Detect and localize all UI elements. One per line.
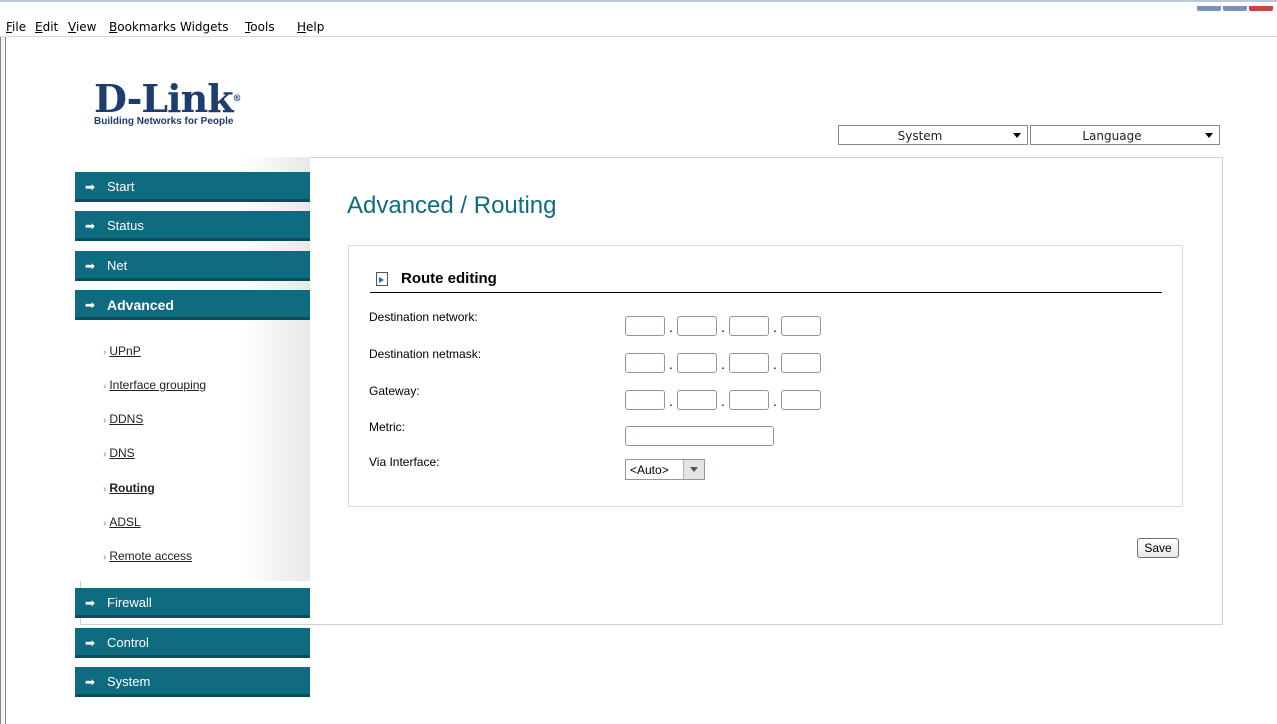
via-interface-value: <Auto>	[630, 463, 669, 477]
dest-network-octet-2[interactable]	[677, 316, 717, 336]
subnav-adsl[interactable]: › ADSL	[103, 515, 141, 529]
nav-label: Net	[107, 258, 128, 273]
window-left-border	[0, 37, 6, 724]
menu-tools[interactable]: Tools	[245, 20, 275, 34]
ip-separator: .	[669, 358, 673, 372]
ip-separator: .	[721, 358, 725, 372]
subnav-ddns[interactable]: › DDNS	[103, 412, 143, 426]
page-title: Advanced / Routing	[347, 192, 557, 219]
arrow-right-icon: ➡	[85, 259, 96, 273]
menu-view[interactable]: View	[68, 20, 96, 34]
menu-bookmarks[interactable]: Bookmarks	[109, 20, 176, 34]
nav-start[interactable]: ➡ Start	[75, 172, 310, 202]
arrow-right-icon: ➡	[85, 298, 96, 312]
via-interface-select[interactable]: <Auto>	[625, 459, 705, 480]
nav-label: Start	[107, 179, 135, 194]
menu-file[interactable]: File	[6, 20, 26, 34]
section-title: Route editing	[401, 270, 497, 287]
gateway-octet-3[interactable]	[729, 390, 769, 410]
logo-wordmark: D-Link	[94, 76, 234, 121]
dest-netmask-octet-2[interactable]	[677, 353, 717, 373]
logo-registered-mark: ®	[232, 94, 242, 104]
dest-network-octet-4[interactable]	[781, 316, 821, 336]
nav-label: Control	[107, 635, 149, 650]
bullet-icon: ›	[103, 415, 107, 426]
ip-separator: .	[773, 358, 777, 372]
dest-network-octet-1[interactable]	[625, 316, 665, 336]
window-controls	[1195, 0, 1277, 11]
arrow-right-icon: ➡	[85, 219, 96, 233]
language-select[interactable]: Language	[1030, 125, 1220, 145]
section-divider	[370, 292, 1162, 293]
dest-netmask-octet-4[interactable]	[781, 353, 821, 373]
nav-system[interactable]: ➡ System	[75, 667, 310, 697]
metric-input[interactable]	[625, 426, 774, 446]
nav-status[interactable]: ➡ Status	[75, 211, 310, 241]
dest-network-octet-3[interactable]	[729, 316, 769, 336]
document-arrow-icon	[376, 272, 388, 286]
maximize-button[interactable]	[1223, 6, 1247, 11]
subnav-interface-grouping[interactable]: › Interface grouping	[103, 378, 206, 392]
bullet-icon: ›	[103, 552, 107, 563]
gateway-label: Gateway:	[369, 384, 420, 398]
bullet-icon: ›	[103, 381, 107, 392]
subnav-remote-access[interactable]: › Remote access	[103, 549, 192, 563]
ip-separator: .	[669, 395, 673, 409]
chevron-down-icon	[1205, 133, 1213, 138]
metric-label: Metric:	[369, 420, 405, 434]
bullet-icon: ›	[103, 518, 107, 529]
arrow-right-icon: ➡	[85, 636, 96, 650]
menu-edit[interactable]: Edit	[35, 20, 58, 34]
bullet-icon: ›	[103, 347, 107, 358]
nav-firewall[interactable]: ➡ Firewall	[75, 588, 310, 618]
logo-tagline: Building Networks for People	[94, 116, 234, 127]
ip-separator: .	[773, 321, 777, 335]
arrow-right-icon: ➡	[85, 180, 96, 194]
subnav-routing[interactable]: › Routing	[103, 481, 155, 495]
gateway-octet-2[interactable]	[677, 390, 717, 410]
bullet-icon: ›	[103, 449, 107, 460]
nav-label: Advanced	[107, 297, 174, 313]
dlink-logo: D-Link® Building Networks for People	[94, 80, 242, 128]
language-label: Language	[1082, 129, 1142, 143]
subnav-upnp[interactable]: › UPnP	[103, 344, 141, 358]
ip-separator: .	[773, 395, 777, 409]
chevron-down-icon[interactable]	[683, 460, 704, 479]
nav-label: Status	[107, 218, 144, 233]
arrow-right-icon: ➡	[85, 596, 96, 610]
system-menu-select[interactable]: System	[838, 125, 1028, 145]
menu-widgets[interactable]: Widgets	[180, 20, 229, 34]
save-button[interactable]: Save	[1137, 538, 1179, 558]
ip-separator: .	[721, 395, 725, 409]
menu-bar: File Edit View Bookmarks Widgets Tools H…	[0, 14, 1277, 37]
menu-help[interactable]: Help	[297, 20, 324, 34]
minimize-button[interactable]	[1197, 6, 1221, 11]
ip-separator: .	[721, 321, 725, 335]
chevron-down-icon	[1013, 133, 1021, 138]
dest-network-label: Destination network:	[369, 310, 478, 324]
nav-net[interactable]: ➡ Net	[75, 251, 310, 281]
dest-netmask-octet-1[interactable]	[625, 353, 665, 373]
window-top-edge	[0, 0, 1277, 2]
bullet-icon: ›	[103, 484, 107, 495]
via-interface-label: Via Interface:	[369, 455, 440, 469]
system-menu-label: System	[897, 129, 943, 143]
gateway-octet-4[interactable]	[781, 390, 821, 410]
arrow-right-icon: ➡	[85, 675, 96, 689]
nav-control[interactable]: ➡ Control	[75, 628, 310, 658]
subnav-dns[interactable]: › DNS	[103, 446, 135, 460]
ip-separator: .	[669, 321, 673, 335]
dest-netmask-octet-3[interactable]	[729, 353, 769, 373]
gateway-octet-1[interactable]	[625, 390, 665, 410]
dest-netmask-label: Destination netmask:	[369, 347, 482, 361]
nav-advanced[interactable]: ➡ Advanced	[75, 290, 310, 320]
nav-label: Firewall	[107, 595, 152, 610]
close-button[interactable]	[1249, 6, 1273, 11]
nav-label: System	[107, 674, 151, 689]
